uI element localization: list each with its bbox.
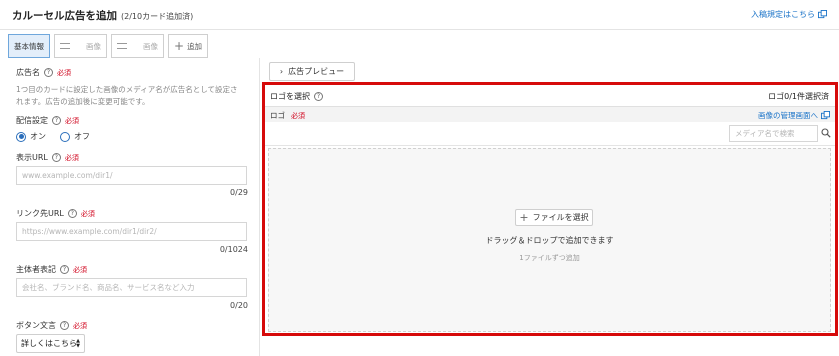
link-url-label-text: リンク先URL (16, 209, 64, 218)
external-link-icon (821, 111, 830, 120)
ad-preview-label[interactable]: 広告プレビュー (288, 66, 344, 77)
logo-select-panel: ロゴを選択 ? ロゴ0/1件選択済 ロゴ 必須 画像の管理画面へ メディア名で検… (262, 82, 838, 336)
tab-image-2-label[interactable]: 画像 (143, 41, 158, 52)
select-file-label[interactable]: ファイルを選択 (533, 212, 589, 223)
sort-arrows-icon: ▲ ▼ (76, 338, 80, 349)
ad-name-label-text: 広告名 (16, 68, 40, 77)
policy-link[interactable]: 入稿規定はこちら (751, 9, 827, 20)
ad-name-label: 広告名 ? 必須 (16, 67, 71, 78)
required-badge: 必須 (73, 321, 87, 330)
media-search-input[interactable]: メディア名で検索 (729, 125, 818, 142)
required-badge: 必須 (65, 116, 79, 125)
plus-icon: + (519, 211, 529, 224)
help-icon[interactable]: ? (60, 321, 69, 330)
card-count: (2/10カード追加済) (121, 12, 194, 21)
column-divider (259, 58, 260, 356)
required-badge: 必須 (57, 68, 71, 77)
delivery-on-label[interactable]: オン (30, 131, 46, 142)
advertiser-label-text: 主体者表記 (16, 265, 56, 274)
search-icon[interactable] (821, 128, 831, 138)
display-url-input[interactable]: www.example.com/dir1/ (16, 166, 247, 185)
tab-image-1[interactable]: 画像 (54, 34, 107, 58)
delivery-off-radio[interactable] (60, 131, 70, 142)
media-search-row: メディア名で検索 (265, 122, 835, 146)
delivery-off-label[interactable]: オフ (74, 131, 90, 142)
help-icon[interactable]: ? (60, 265, 69, 274)
tab-image-2[interactable]: 画像 (111, 34, 164, 58)
dropzone-note: 1ファイルずつ追加 (519, 254, 580, 262)
display-url-label: 表示URL ? 必須 (16, 152, 79, 163)
help-icon[interactable]: ? (52, 116, 61, 125)
delivery-radio-group: オン オフ (16, 131, 90, 142)
help-icon[interactable]: ? (314, 92, 323, 101)
delivery-label-text: 配信設定 (16, 116, 48, 125)
page-header: カルーセル広告を追加 (2/10カード追加済) 入稿規定はこちら (0, 0, 839, 30)
policy-link-label[interactable]: 入稿規定はこちら (751, 9, 815, 20)
image-manage-link-label[interactable]: 画像の管理画面へ (758, 110, 818, 121)
button-text-label-text: ボタン文言 (16, 321, 56, 330)
tab-image-1-label[interactable]: 画像 (86, 41, 101, 52)
select-file-button[interactable]: + ファイルを選択 (515, 209, 593, 226)
tab-basic-info-label[interactable]: 基本情報 (14, 41, 44, 52)
chevron-right-icon: › (279, 67, 284, 76)
advertiser-label: 主体者表記 ? 必須 (16, 264, 87, 275)
card-tabs: 基本情報 画像 画像 + 追加 (8, 34, 209, 58)
help-icon[interactable]: ? (44, 68, 53, 77)
link-url-counter: 0/1024 (219, 245, 248, 254)
logo-label-text: ロゴ (270, 111, 285, 120)
logo-bar: ロゴ 必須 画像の管理画面へ (265, 106, 835, 122)
external-link-icon (818, 10, 827, 19)
help-icon[interactable]: ? (51, 153, 61, 162)
link-url-label: リンク先URL ? 必須 (16, 208, 95, 219)
add-card-button[interactable]: + 追加 (168, 34, 209, 58)
link-url-input[interactable]: https://www.example.com/dir1/dir2/ (16, 222, 247, 241)
button-text-select[interactable]: 詳しくはこちら ▲ ▼ (16, 334, 85, 353)
required-badge: 必須 (64, 153, 79, 162)
display-url-label-text: 表示URL (16, 153, 48, 162)
add-card-label[interactable]: 追加 (187, 41, 202, 52)
delivery-on-radio[interactable] (16, 131, 26, 142)
display-url-counter: 0/29 (230, 188, 248, 197)
ad-preview-button[interactable]: › 広告プレビュー (269, 62, 355, 81)
button-text-label: ボタン文言 ? 必須 (16, 320, 87, 331)
help-icon[interactable]: ? (67, 209, 77, 218)
dropzone-instruction: ドラッグ＆ドロップで追加できます (485, 236, 614, 245)
required-badge: 必須 (80, 209, 95, 218)
tab-basic-info[interactable]: 基本情報 (8, 34, 50, 58)
required-badge: 必須 (73, 265, 87, 274)
page-title-text: カルーセル広告を追加 (12, 10, 117, 22)
file-dropzone[interactable]: + ファイルを選択 ドラッグ＆ドロップで追加できます 1ファイルずつ追加 (268, 148, 831, 332)
logo-selected-count: ロゴ0/1件選択済 (768, 92, 829, 101)
required-badge: 必須 (291, 111, 305, 120)
page-title: カルーセル広告を追加 (2/10カード追加済) (12, 8, 193, 23)
image-manage-link[interactable]: 画像の管理画面へ (758, 110, 830, 121)
drag-handle-icon[interactable] (117, 43, 127, 49)
advertiser-input[interactable]: 会社名、ブランド名、商品名、サービス名など入力 (16, 278, 247, 297)
delivery-label: 配信設定 ? 必須 (16, 115, 79, 126)
logo-select-title: ロゴを選択 ? (270, 91, 323, 102)
logo-label: ロゴ 必須 (270, 110, 305, 121)
logo-select-title-text: ロゴを選択 (270, 92, 310, 101)
advertiser-counter: 0/20 (230, 301, 248, 310)
button-text-selected[interactable]: 詳しくはこちら (21, 338, 77, 349)
drag-handle-icon[interactable] (60, 43, 70, 49)
ad-name-description: 1つ目のカードに設定した画像のメディア名が広告名として設定されます。広告の追加後… (16, 85, 238, 106)
plus-icon: + (174, 39, 185, 53)
